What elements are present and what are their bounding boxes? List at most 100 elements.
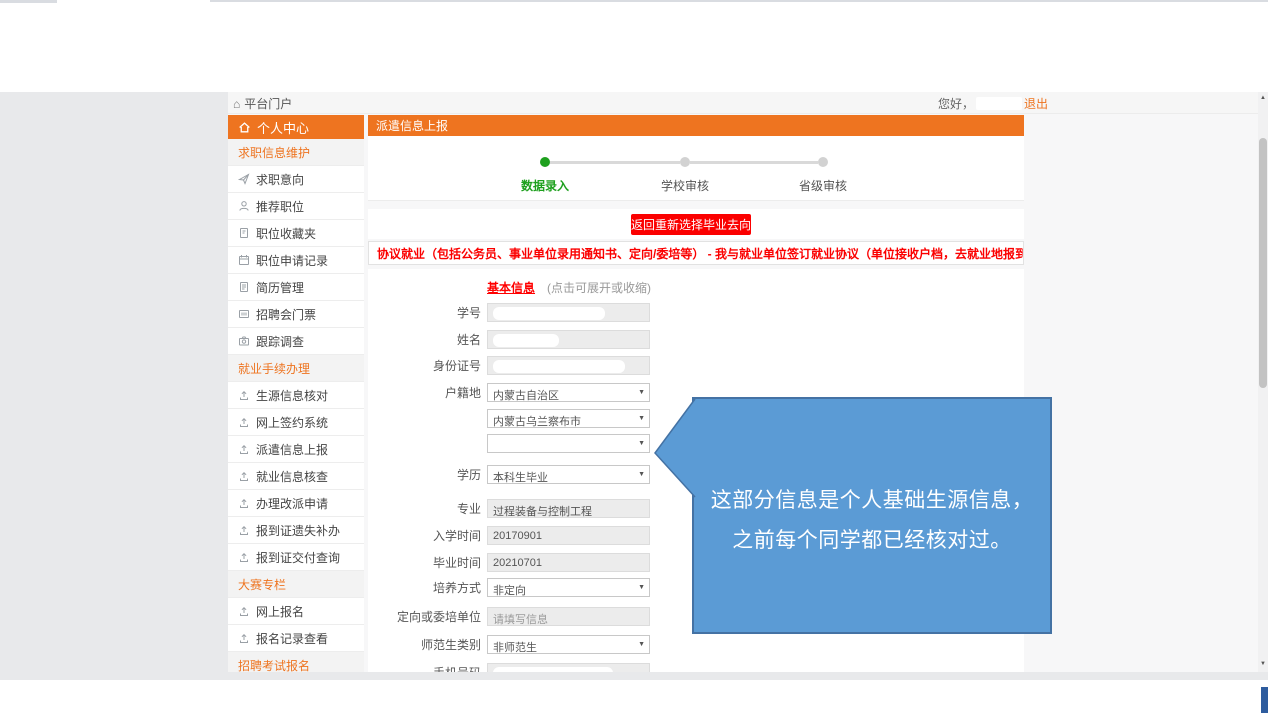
sidebar-item-tracking-survey[interactable]: 跟踪调查 (228, 328, 364, 355)
basic-info-toggle[interactable]: 基本信息 (487, 279, 535, 296)
sidebar-item-label: 求职意向 (256, 171, 304, 188)
sidebar-header-personal-center[interactable]: 个人中心 (228, 115, 364, 139)
screen: ⌂ 平台门户 您好， 退出 个人中心 求职信息维护求职意向推荐职位职位收藏夹职位… (0, 0, 1268, 713)
sidebar-item-label: 网上报名 (256, 603, 304, 620)
upload-icon (238, 470, 250, 482)
scroll-up-icon[interactable]: ▲ (1258, 92, 1268, 104)
basic-info-hint: (点击可展开或收缩) (547, 279, 651, 296)
vertical-scrollbar[interactable]: ▲ ▼ (1258, 92, 1268, 672)
sidebar-item-source-info-check[interactable]: 生源信息核对 (228, 382, 364, 409)
field-label-normal-student-type: 师范生类别 (368, 636, 487, 653)
sidebar-item-resume-management[interactable]: 简历管理 (228, 274, 364, 301)
field-label-graduation-date: 毕业时间 (368, 554, 487, 571)
step-connector (550, 161, 680, 164)
username-redaction-blob (976, 97, 1022, 110)
sidebar-item-employment-info-check[interactable]: 就业信息核查 (228, 463, 364, 490)
residence-province-select[interactable]: 内蒙古自治区▼ (487, 383, 650, 402)
step-dot-province-review (818, 157, 828, 167)
upload-icon (238, 416, 250, 428)
dropdown-arrow-icon: ▼ (638, 440, 645, 448)
field-label-training-mode: 培养方式 (368, 579, 487, 596)
spacer (368, 201, 1024, 209)
callout-text: 这部分信息是个人基础生源信息， 之前每个同学都已经核对过。 (694, 481, 1050, 561)
scroll-down-icon[interactable]: ▼ (1258, 658, 1268, 670)
logout-link[interactable]: 退出 (1024, 95, 1048, 112)
sidebar-item-dispatch-info-report[interactable]: 派遣信息上报 (228, 436, 364, 463)
doc-edit-icon (238, 227, 250, 239)
field-value: 内蒙古乌兰察布市 (493, 413, 581, 429)
sidebar-item-label: 办理改派申请 (256, 495, 328, 512)
step-label-province-review: 省级审核 (773, 177, 873, 194)
back-reselect-destination-button[interactable]: 返回重新选择毕业去向 (631, 214, 751, 235)
targeted-training-unit-input[interactable]: 请填写信息 (487, 607, 650, 626)
taskbar-corner-sliver (1261, 687, 1268, 713)
topbar: ⌂ 平台门户 您好， 退出 (228, 92, 1258, 114)
form-section-header: 基本信息 (点击可展开或收缩) (487, 269, 1024, 297)
home-icon (238, 121, 251, 134)
sidebar-item-label: 大赛专栏 (238, 576, 286, 593)
form-row-mobile-number: 手机号码 (368, 663, 1024, 672)
callout-tail (650, 395, 696, 505)
redaction-blob (493, 667, 613, 672)
sidebar-section-employment-procedures: 就业手续办理 (228, 355, 364, 382)
page-title: 派遣信息上报 (368, 115, 1024, 136)
camera-icon (238, 335, 250, 347)
student-id-input[interactable] (487, 303, 650, 322)
mobile-number-input[interactable] (487, 663, 650, 672)
field-label-student-name: 姓名 (368, 331, 487, 348)
step-label-school-review: 学校审核 (635, 177, 735, 194)
sidebar-item-report-card-delivery-query[interactable]: 报到证交付查询 (228, 544, 364, 571)
sidebar-section-job-info-maintain: 求职信息维护 (228, 139, 364, 166)
form-row-student-name: 姓名 (368, 330, 1024, 349)
sidebar-item-label: 报到证交付查询 (256, 549, 340, 566)
button-row: 返回重新选择毕业去向 (368, 209, 1024, 239)
normal-student-type-select[interactable]: 非师范生▼ (487, 635, 650, 654)
ticket-icon (238, 308, 250, 320)
home-icon: ⌂ (233, 97, 240, 111)
field-label-student-id: 学号 (368, 304, 487, 321)
sidebar-item-reassignment-application[interactable]: 办理改派申请 (228, 490, 364, 517)
sidebar-item-job-intention[interactable]: 求职意向 (228, 166, 364, 193)
step-dot-school-review (680, 157, 690, 167)
dropdown-arrow-icon: ▼ (638, 389, 645, 397)
sidebar-item-label: 报到证遗失补办 (256, 522, 340, 539)
callout-line-2: 之前每个同学都已经核对过。 (694, 521, 1050, 561)
enrollment-date-input[interactable]: 20170901 (487, 526, 650, 545)
sidebar-item-report-card-loss-reissue[interactable]: 报到证遗失补办 (228, 517, 364, 544)
field-label-targeted-training-unit: 定向或委培单位 (368, 608, 487, 625)
student-name-input[interactable] (487, 330, 650, 349)
form-row-id-number: 身份证号 (368, 356, 1024, 375)
field-label-education-level: 学历 (368, 466, 487, 483)
residence-city-select[interactable]: 内蒙古乌兰察布市▼ (487, 409, 650, 428)
sidebar-item-label: 招聘会门票 (256, 306, 316, 323)
sidebar-item-job-application-records[interactable]: 职位申请记录 (228, 247, 364, 274)
redaction-blob (493, 307, 605, 320)
major-input[interactable]: 过程装备与控制工程 (487, 499, 650, 518)
form-row-normal-student-type: 师范生类别非师范生▼ (368, 635, 1024, 654)
id-number-input[interactable] (487, 356, 650, 375)
training-mode-select[interactable]: 非定向▼ (487, 578, 650, 597)
paper-plane-icon (238, 173, 250, 185)
portal-link[interactable]: ⌂ 平台门户 (233, 95, 292, 112)
sidebar-item-job-favorites[interactable]: 职位收藏夹 (228, 220, 364, 247)
sidebar-item-recommended-jobs[interactable]: 推荐职位 (228, 193, 364, 220)
form-row-student-id: 学号 (368, 303, 1024, 322)
field-value: 20210701 (493, 557, 542, 569)
step-connector (690, 161, 818, 164)
callout-line-1: 这部分信息是个人基础生源信息， (694, 481, 1050, 521)
residence-county-select[interactable]: .▼ (487, 434, 650, 453)
upload-icon (238, 551, 250, 563)
education-level-select[interactable]: 本科生毕业▼ (487, 465, 650, 484)
sidebar-item-online-signing-system[interactable]: 网上签约系统 (228, 409, 364, 436)
graduation-date-input[interactable]: 20210701 (487, 553, 650, 572)
field-value: 20170901 (493, 530, 542, 542)
upload-icon (238, 632, 250, 644)
sidebar-item-registration-record-view[interactable]: 报名记录查看 (228, 625, 364, 652)
sidebar-item-label: 职位申请记录 (256, 252, 328, 269)
upload-icon (238, 524, 250, 536)
sidebar-item-job-fair-tickets[interactable]: 招聘会门票 (228, 301, 364, 328)
sidebar-item-online-registration[interactable]: 网上报名 (228, 598, 364, 625)
sidebar-item-label: 跟踪调查 (256, 333, 304, 350)
field-value: 过程装备与控制工程 (493, 503, 592, 519)
scrollbar-thumb[interactable] (1259, 138, 1267, 388)
